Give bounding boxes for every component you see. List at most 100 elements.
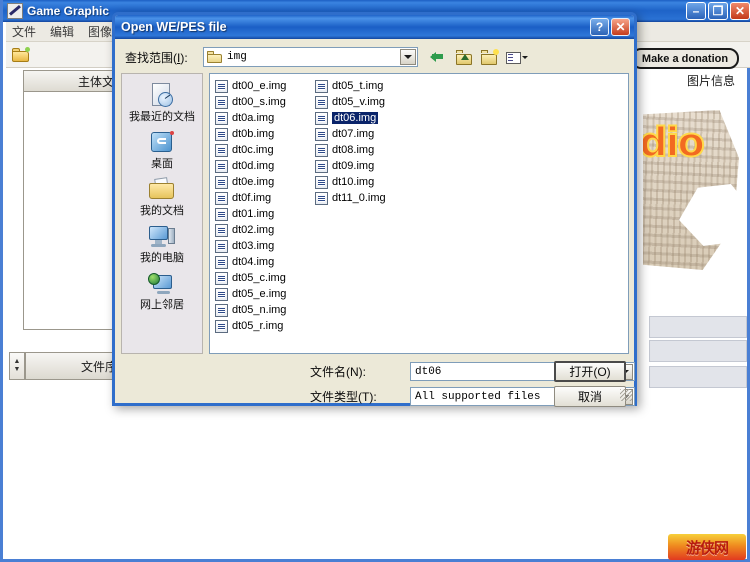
file-list-item[interactable]: dt0a.img (212, 110, 312, 126)
img-file-icon (215, 79, 228, 93)
file-list-item[interactable]: dt09.img (312, 158, 412, 174)
file-name: dt05_v.img (332, 96, 385, 108)
cancel-button[interactable]: 取消 (554, 386, 626, 407)
open-folder-icon[interactable] (12, 47, 30, 62)
img-file-icon (215, 223, 228, 237)
file-list[interactable]: dt00_e.img dt00_s.img dt0a.img dt0b.img dt0c… (209, 73, 629, 354)
file-name: dt03.img (232, 240, 275, 252)
app-minimize-button[interactable]: – (686, 2, 706, 20)
place-my-documents[interactable]: 我的文档 (123, 174, 201, 219)
pencil-icon (7, 3, 23, 19)
file-name: dt0f.img (232, 192, 272, 204)
place-desktop[interactable]: 桌面 (123, 127, 201, 172)
my-computer-icon (147, 223, 177, 251)
img-file-icon (315, 159, 328, 173)
file-list-item[interactable]: dt0d.img (212, 158, 312, 174)
file-name: dt05_n.img (232, 304, 287, 316)
place-recent-documents[interactable]: 我最近的文档 (123, 80, 201, 125)
look-in-row: 查找范围(I): img (125, 45, 630, 69)
app-maximize-button[interactable]: ❐ (708, 2, 728, 20)
app-window-buttons: – ❐ ✕ (686, 2, 750, 20)
file-list-item[interactable]: dt05_n.img (212, 302, 312, 318)
dialog-title: Open WE/PES file (121, 20, 227, 34)
views-icon[interactable] (505, 49, 528, 66)
file-name: dt00_e.img (232, 80, 287, 92)
file-list-item[interactable]: dt06.img (312, 110, 412, 126)
img-file-icon (215, 159, 228, 173)
look-in-dropdown[interactable]: img (203, 47, 418, 67)
look-in-label: 查找范围(I): (125, 49, 203, 66)
help-button[interactable]: ? (590, 18, 609, 36)
file-name: dt00_s.img (232, 96, 286, 108)
img-file-icon (215, 175, 228, 189)
place-my-computer[interactable]: 我的电脑 (123, 221, 201, 266)
back-icon[interactable] (430, 49, 449, 66)
menu-file[interactable]: 文件 (12, 23, 36, 40)
recent-documents-icon (147, 82, 177, 110)
file-list-item[interactable]: dt0b.img (212, 126, 312, 142)
file-list-item[interactable]: dt03.img (212, 238, 312, 254)
img-file-icon (215, 303, 228, 317)
img-file-icon (215, 207, 228, 221)
file-list-item[interactable]: dt04.img (212, 254, 312, 270)
file-list-item[interactable]: dt0e.img (212, 174, 312, 190)
app-close-button[interactable]: ✕ (730, 2, 750, 20)
file-list-item[interactable]: dt11_0.img (312, 190, 412, 206)
resize-grip[interactable] (620, 389, 632, 401)
img-file-icon (315, 191, 328, 205)
place-label: 我的电脑 (140, 252, 184, 265)
file-list-item[interactable]: dt0f.img (212, 190, 312, 206)
place-label: 我的文档 (140, 205, 184, 218)
desktop-icon (147, 129, 177, 157)
file-list-item[interactable]: dt00_e.img (212, 78, 312, 94)
file-name: dt0e.img (232, 176, 275, 188)
chevron-down-icon[interactable] (400, 49, 416, 65)
look-in-label-prefix: 查找范围( (125, 50, 177, 65)
file-list-item[interactable]: dt10.img (312, 174, 412, 190)
menu-edit[interactable]: 编辑 (50, 23, 74, 40)
file-name: dt07.img (332, 128, 375, 140)
file-name: dt01.img (232, 208, 275, 220)
file-list-item[interactable]: dt05_v.img (312, 94, 412, 110)
file-name: dt0a.img (232, 112, 275, 124)
file-number-spinner[interactable]: ▲ ▼ (9, 352, 25, 380)
image-preview: dio (643, 92, 747, 310)
file-list-item[interactable]: dt08.img (312, 142, 412, 158)
file-list-item[interactable]: dt07.img (312, 126, 412, 142)
network-places-icon (147, 270, 177, 298)
file-name: dt0b.img (232, 128, 275, 140)
dialog-title-buttons: ? ✕ (590, 18, 630, 36)
img-file-icon (215, 255, 228, 269)
my-documents-icon (147, 176, 177, 204)
file-name: dt11_0.img (332, 192, 386, 204)
place-label: 桌面 (151, 158, 173, 171)
place-network-places[interactable]: 网上邻居 (123, 268, 201, 313)
close-icon[interactable]: ✕ (611, 18, 630, 36)
file-list-item[interactable]: dt01.img (212, 206, 312, 222)
file-type-value: All supported files (415, 390, 541, 403)
file-list-item[interactable]: dt05_t.img (312, 78, 412, 94)
new-folder-icon[interactable] (480, 48, 499, 66)
look-in-label-suffix: ): (180, 50, 188, 65)
open-file-dialog: Open WE/PES file ? ✕ 查找范围(I): img 我最近的文档… (112, 12, 637, 407)
menu-image[interactable]: 图像 (88, 23, 112, 40)
file-name: dt04.img (232, 256, 275, 268)
dialog-titlebar: Open WE/PES file ? ✕ (115, 15, 634, 39)
places-bar: 我最近的文档 桌面 我的文档 我的电脑 网上邻居 (121, 73, 203, 354)
file-list-item[interactable]: dt05_e.img (212, 286, 312, 302)
up-one-level-icon[interactable] (455, 49, 474, 66)
preview-text: dio (643, 119, 706, 167)
file-list-item[interactable]: dt02.img (212, 222, 312, 238)
file-list-item[interactable]: dt00_s.img (212, 94, 312, 110)
info-row (649, 366, 747, 388)
file-list-item[interactable]: dt05_r.img (212, 318, 312, 334)
file-name: dt0d.img (232, 160, 275, 172)
img-file-icon (315, 175, 328, 189)
img-file-icon (215, 143, 228, 157)
open-button[interactable]: 打开(O) (554, 361, 626, 382)
look-in-value: img (227, 51, 247, 63)
make-a-donation-button[interactable]: Make a donation (631, 48, 739, 69)
info-row (649, 316, 747, 338)
file-list-item[interactable]: dt0c.img (212, 142, 312, 158)
file-list-item[interactable]: dt05_c.img (212, 270, 312, 286)
